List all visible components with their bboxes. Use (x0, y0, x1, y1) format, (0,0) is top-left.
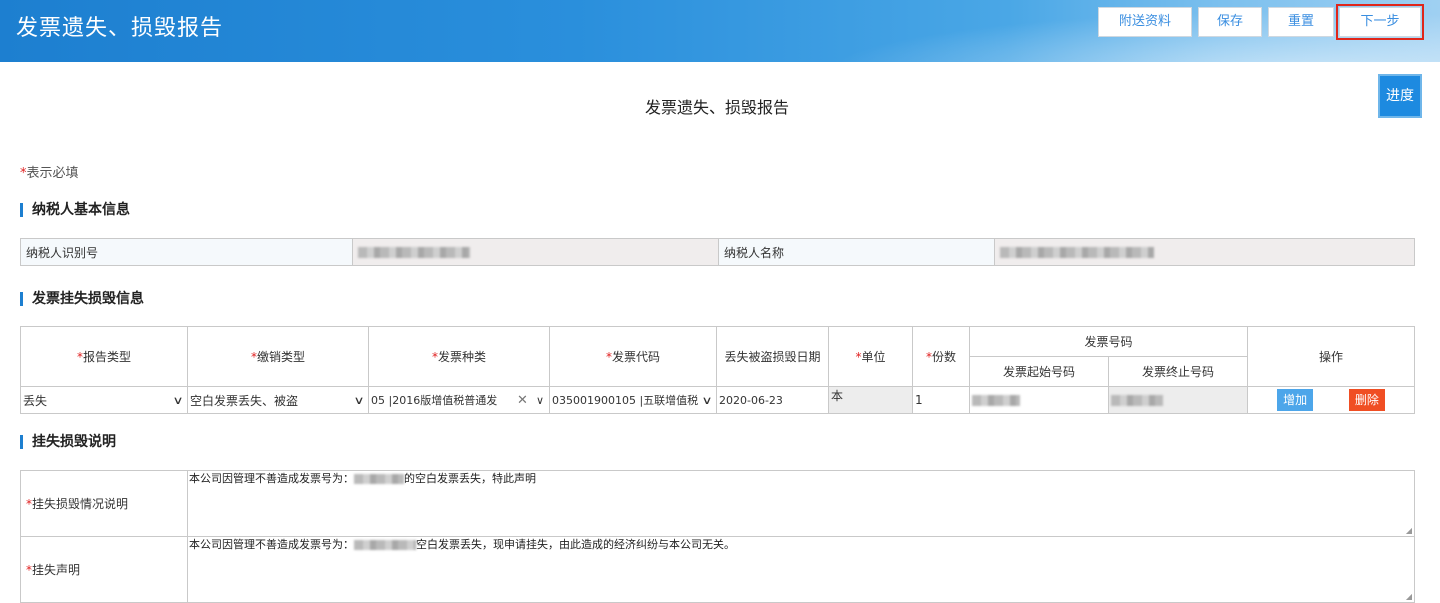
unit-value: 本 (828, 386, 913, 414)
header-actions: 操作 (1247, 326, 1416, 387)
statement-label: *挂失声明 (20, 536, 188, 603)
taxpayer-name-label: 纳税人名称 (718, 238, 995, 266)
reset-button[interactable]: 重置 (1268, 7, 1334, 37)
section-basic-info: 纳税人基本信息 (20, 203, 130, 217)
required-note-text: 表示必填 (26, 166, 79, 181)
statement-textarea[interactable]: 本公司因管理不善造成发票号为： 空白发票丢失，现申请挂失，由此造成的经济纠纷与本公… (187, 536, 1415, 603)
loss-date-input[interactable]: 2020-06-23 (716, 386, 829, 414)
header-report-type: *报告类型 (20, 326, 188, 387)
header-copies: *份数 (912, 326, 970, 387)
invoice-kind-select[interactable]: 05 |2016版增值税普通发 ✕ ∨ (368, 386, 550, 414)
clear-icon[interactable]: ✕ (517, 393, 528, 408)
cancel-type-select[interactable]: 空白发票丢失、被盗 ∨ (187, 386, 369, 414)
header-invoice-number: 发票号码 (968, 326, 1249, 357)
page-header-title: 发票遗失、损毁报告 (16, 16, 224, 41)
header-unit: *单位 (828, 326, 913, 387)
start-number-input[interactable] (969, 386, 1109, 414)
header-cancel-type: *缴销类型 (187, 326, 369, 387)
next-step-button[interactable]: 下一步 (1336, 4, 1424, 40)
taxpayer-id-label: 纳税人识别号 (20, 238, 353, 266)
form-title: 发票遗失、损毁报告 (644, 98, 789, 117)
delete-row-button[interactable]: 删除 (1348, 389, 1385, 411)
header-wave-decoration (740, 0, 1440, 62)
chevron-down-icon: ∨ (172, 393, 184, 407)
top-header-bar: 发票遗失、损毁报告 附送资料 保存 重置 下一步 (0, 0, 1440, 62)
loss-description-label: *挂失损毁情况说明 (20, 470, 188, 537)
taxpayer-name-value (994, 238, 1415, 266)
chevron-down-icon: ∨ (535, 393, 544, 407)
header-start-number: 发票起始号码 (969, 356, 1109, 387)
required-note: *表示必填 (20, 162, 79, 181)
attach-materials-button[interactable]: 附送资料 (1098, 7, 1192, 37)
save-button[interactable]: 保存 (1198, 7, 1262, 37)
loss-description-textarea[interactable]: 本公司因管理不善造成发票号为： 的空白发票丢失，特此声明 ◢ (187, 470, 1415, 537)
description-table: *挂失损毁情况说明 本公司因管理不善造成发票号为： 的空白发票丢失，特此声明 ◢ … (20, 470, 1415, 603)
resize-grip-icon[interactable]: ◢ (1406, 526, 1412, 535)
end-number-input[interactable] (1107, 386, 1249, 414)
add-row-button[interactable]: 增加 (1277, 389, 1314, 411)
taxpayer-id-value (352, 238, 719, 266)
taxpayer-info-table: 纳税人识别号 纳税人名称 (20, 238, 1415, 266)
header-invoice-code: *发票代码 (549, 326, 717, 387)
header-loss-date: 丢失被盗损毁日期 (716, 326, 829, 387)
header-invoice-kind: *发票种类 (368, 326, 550, 387)
section-invoice-info: 发票挂失损毁信息 (20, 292, 144, 306)
section-description: 挂失损毁说明 (20, 435, 116, 449)
table-row: 丢失 ∨ 空白发票丢失、被盗 ∨ 05 |2016版增值税普通发 ✕ ∨ 0350019… (20, 386, 1416, 414)
resize-grip-icon[interactable]: ◢ (1406, 592, 1412, 601)
invoice-code-select[interactable]: 035001900105 |五联增值税 ∨ (549, 386, 717, 414)
row-actions: 增加 删除 (1247, 386, 1416, 414)
chevron-down-icon: ∨ (701, 393, 713, 407)
header-end-number: 发票终止号码 (1107, 356, 1249, 387)
report-type-select[interactable]: 丢失 ∨ (20, 386, 188, 414)
chevron-down-icon: ∨ (353, 393, 365, 407)
invoice-loss-table: *报告类型 *缴销类型 *发票种类 *发票代码 丢失被盗损毁日期 *单位 *份数… (20, 326, 1416, 414)
copies-input[interactable]: 1 (912, 386, 970, 414)
